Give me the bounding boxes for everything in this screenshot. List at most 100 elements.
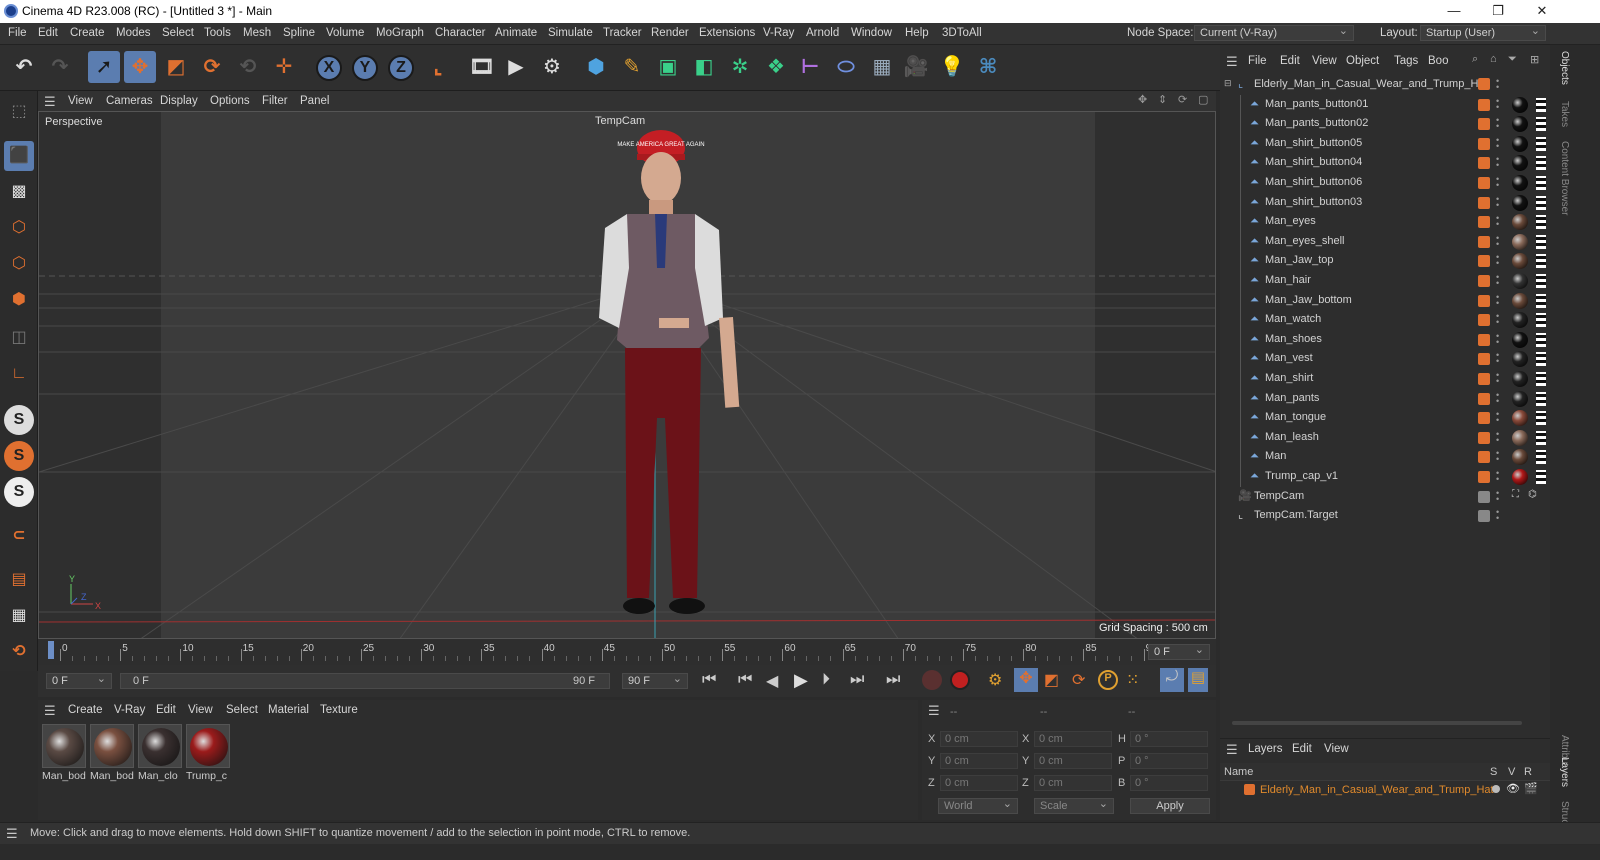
edit-tag-icon[interactable]: [1478, 490, 1490, 503]
goto-start-icon[interactable]: ⏮: [702, 671, 716, 689]
object-name[interactable]: Trump_cap_v1: [1265, 470, 1338, 482]
layer-tag[interactable]: [1478, 196, 1490, 209]
render-picture-viewer-icon[interactable]: ▶: [500, 51, 532, 83]
uv-tag-icon[interactable]: [1536, 176, 1546, 190]
layer-tag[interactable]: [1478, 98, 1490, 111]
mat-menu-create[interactable]: Create: [68, 704, 103, 716]
visibility-dots[interactable]: • •: [1496, 351, 1500, 366]
z-axis-lock-icon[interactable]: Z: [388, 55, 414, 81]
mograph-icon[interactable]: ❖: [760, 51, 792, 83]
visibility-dots[interactable]: • •: [1496, 233, 1500, 248]
apply-button[interactable]: Apply: [1130, 798, 1210, 814]
material-tag-icon[interactable]: [1512, 371, 1528, 387]
uv-tag-icon[interactable]: [1536, 293, 1546, 308]
menu-3dtoall[interactable]: 3DToAll: [942, 27, 982, 39]
object-row[interactable]: ⏶ Man_hair • •: [1220, 271, 1550, 291]
layer-tag[interactable]: [1478, 412, 1490, 425]
perspective-viewport[interactable]: MAKE AMERICA GREAT AGAIN Perspective Tem…: [38, 111, 1216, 639]
obj-menu-edit[interactable]: Edit: [1280, 55, 1300, 67]
object-row[interactable]: ⏶ Man • •: [1220, 447, 1550, 468]
material-thumbnail[interactable]: Man_bod: [90, 724, 134, 786]
coord-value-field[interactable]: 0 cm: [1034, 731, 1112, 747]
uv-tag-icon[interactable]: [1536, 332, 1546, 347]
material-tag-icon[interactable]: [1512, 351, 1528, 368]
visibility-dots[interactable]: • •: [1496, 312, 1500, 327]
object-name[interactable]: Man: [1265, 450, 1286, 462]
visibility-dots[interactable]: • •: [1496, 429, 1500, 444]
layer-menu-edit[interactable]: Edit: [1292, 743, 1312, 755]
material-tag-icon[interactable]: [1512, 96, 1528, 113]
mat-menu-vray[interactable]: V-Ray: [114, 704, 145, 716]
menu-volume[interactable]: Volume: [326, 27, 364, 39]
object-name[interactable]: Man_tongue: [1265, 411, 1326, 423]
y-axis-lock-icon[interactable]: Y: [352, 55, 378, 81]
layer-menu-view[interactable]: View: [1324, 743, 1349, 755]
layer-tag[interactable]: [1478, 451, 1490, 464]
coord-value-field[interactable]: 0 °: [1130, 753, 1208, 769]
obj-menu-bookmarks[interactable]: Boo: [1428, 55, 1448, 67]
hamburger-icon[interactable]: ☰: [44, 94, 56, 110]
visibility-dots[interactable]: • •: [1496, 194, 1500, 209]
material-tag-icon[interactable]: [1512, 253, 1528, 270]
object-row[interactable]: ⏶ Man_shirt_button05 • •: [1220, 133, 1550, 154]
layer-visible-icon[interactable]: 👁: [1506, 782, 1520, 795]
object-horizontal-scrollbar[interactable]: [1232, 721, 1522, 725]
layer-tag[interactable]: [1478, 255, 1490, 268]
live-selection-icon[interactable]: ➚: [88, 51, 120, 83]
object-name[interactable]: Man_pants: [1265, 392, 1319, 404]
visibility-dots[interactable]: • •: [1496, 96, 1500, 111]
locked-workplane-icon[interactable]: ▦: [4, 601, 34, 631]
material-tag-icon[interactable]: [1512, 135, 1528, 152]
object-row[interactable]: ⏶ Man_pants • •: [1220, 388, 1550, 409]
visibility-dots[interactable]: • •: [1496, 77, 1500, 92]
python-icon[interactable]: ⌘: [972, 51, 1004, 83]
material-thumbnail[interactable]: Trump_c: [186, 724, 230, 786]
menu-select[interactable]: Select: [162, 27, 194, 39]
layers-hamburger-icon[interactable]: ☰: [1226, 742, 1238, 758]
object-row-root[interactable]: ⊟ ⌞ Elderly_Man_in_Casual_Wear_and_Trump_H…: [1220, 75, 1550, 95]
layer-tag[interactable]: [1478, 353, 1490, 366]
goto-end-icon[interactable]: ⏭: [886, 671, 900, 689]
mat-menu-edit[interactable]: Edit: [156, 704, 176, 716]
points-mode-icon[interactable]: ⬡: [4, 213, 34, 243]
layer-tag[interactable]: [1478, 392, 1490, 405]
object-row[interactable]: ⏶ Man_shirt • •: [1220, 369, 1550, 389]
zoom-view-icon[interactable]: ⇕: [1158, 93, 1167, 106]
key-rotation-icon[interactable]: ⟳: [1072, 670, 1085, 690]
object-row[interactable]: ⏶ Man_Jaw_bottom • •: [1220, 290, 1550, 311]
menu-create[interactable]: Create: [70, 27, 105, 39]
obj-menu-object[interactable]: Object: [1346, 55, 1379, 67]
material-tag-icon[interactable]: [1512, 449, 1528, 466]
object-name[interactable]: Man_eyes_shell: [1265, 235, 1345, 247]
object-row[interactable]: ⏶ Trump_cap_v1 • •: [1220, 467, 1550, 487]
obj-new-window-icon[interactable]: ⊞: [1530, 53, 1539, 66]
object-name[interactable]: Elderly_Man_in_Casual_Wear_and_Trump_Hat: [1254, 78, 1488, 90]
protection-tag-icon[interactable]: ⛶: [1512, 489, 1519, 500]
menu-modes[interactable]: Modes: [116, 27, 151, 39]
viewport-menu-options[interactable]: Options: [210, 95, 250, 107]
object-row[interactable]: ⏶ Man_shirt_button04 • •: [1220, 153, 1550, 174]
coord-value-field[interactable]: 0 cm: [1034, 775, 1112, 791]
field-icon[interactable]: ⬭: [830, 51, 862, 83]
coord-value-field[interactable]: 0 cm: [940, 731, 1018, 747]
layer-tag[interactable]: [1478, 431, 1490, 444]
visibility-dots[interactable]: • •: [1496, 331, 1500, 346]
viewport-menu-panel[interactable]: Panel: [300, 95, 329, 107]
object-name[interactable]: Man_shirt: [1265, 372, 1313, 384]
uv-tag-icon[interactable]: [1536, 97, 1546, 112]
uv-tag-icon[interactable]: [1536, 450, 1546, 465]
object-name[interactable]: Man_shirt_button03: [1265, 196, 1362, 208]
obj-home-icon[interactable]: ⌂: [1490, 53, 1497, 65]
autokey-icon[interactable]: [922, 670, 942, 690]
render-view-icon[interactable]: 🎞: [466, 51, 498, 83]
coord-value-field[interactable]: 0 cm: [940, 753, 1018, 769]
layer-tag[interactable]: [1478, 157, 1490, 170]
visibility-dots[interactable]: • •: [1496, 469, 1500, 484]
coord-value-field[interactable]: 0 °: [1130, 731, 1208, 747]
layer-color-swatch[interactable]: [1244, 784, 1255, 795]
uv-tag-icon[interactable]: [1536, 254, 1546, 269]
uv-tag-icon[interactable]: [1536, 352, 1546, 367]
layer-tag[interactable]: [1478, 78, 1490, 90]
visibility-dots[interactable]: • •: [1496, 390, 1500, 405]
tab-layers[interactable]: Layers: [1550, 757, 1570, 793]
